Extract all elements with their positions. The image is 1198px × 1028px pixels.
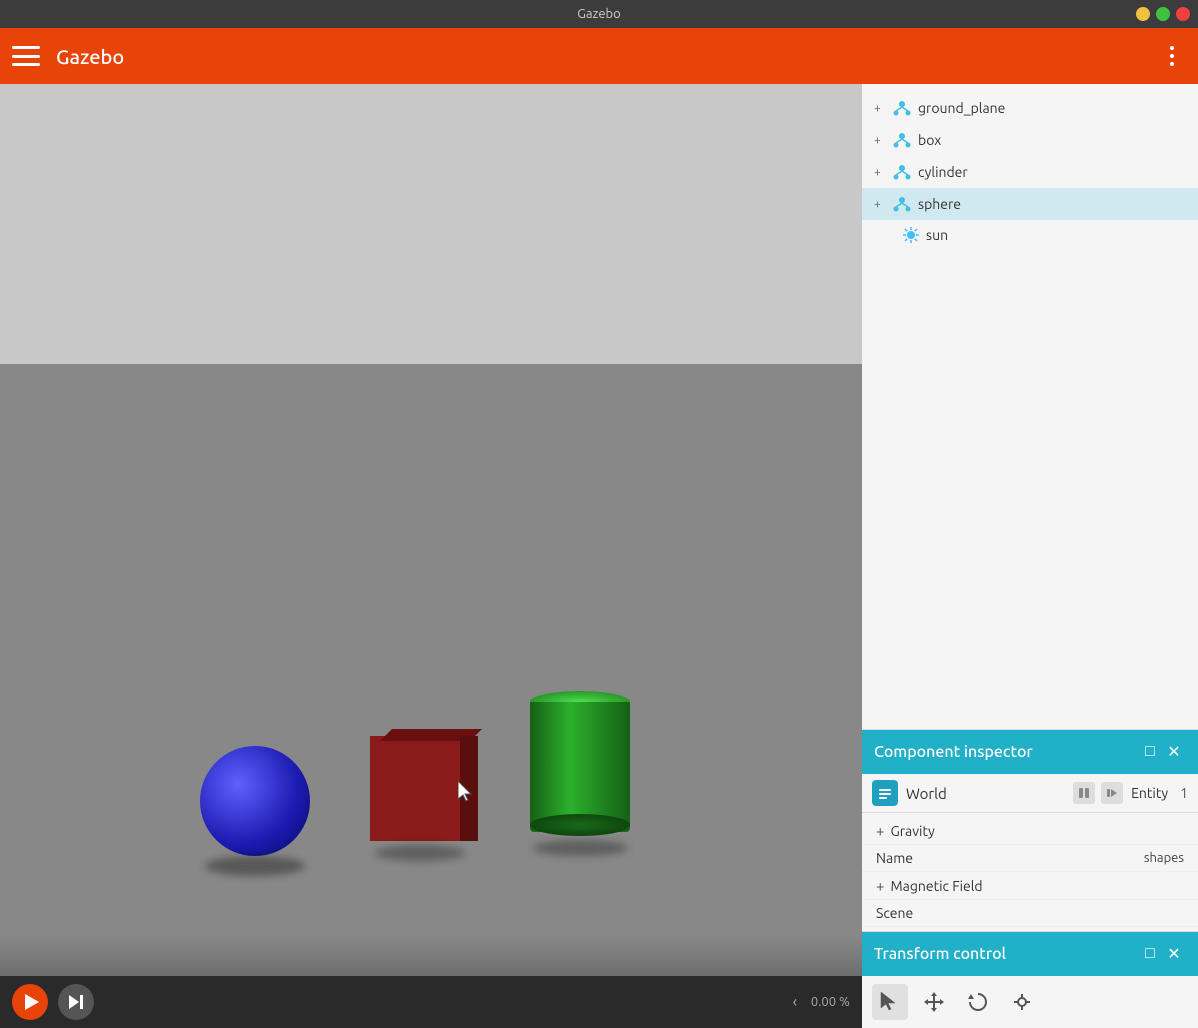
sphere-container — [200, 746, 310, 856]
transform-control-panel: Transform control □ ✕ — [862, 931, 1198, 1028]
scene-container — [200, 691, 630, 856]
tree-item-cylinder[interactable]: + cylinder — [862, 156, 1198, 188]
close-button[interactable] — [1176, 7, 1190, 21]
name-row: Name shapes — [862, 845, 1198, 872]
ci-pause-button[interactable] — [1073, 782, 1095, 804]
select-tool-button[interactable] — [872, 984, 908, 1020]
window-title: Gazebo — [577, 7, 621, 21]
model-icon — [892, 194, 912, 214]
transform-control-title: Transform control — [874, 945, 1138, 963]
transform-control-expand-button[interactable]: □ — [1138, 942, 1162, 966]
world-label: World — [906, 785, 1065, 802]
scale-tool-button[interactable] — [1004, 984, 1040, 1020]
tree-item-box[interactable]: + box — [862, 124, 1198, 156]
app-bar: Gazebo — [0, 28, 1198, 84]
right-panel: + ground_plane + — [862, 84, 1198, 1028]
maximize-button[interactable] — [1156, 7, 1170, 21]
tree-item-sphere[interactable]: + sphere — [862, 188, 1198, 220]
light-icon — [902, 226, 920, 244]
ci-subheader: World Entity — [862, 774, 1198, 813]
transform-tools — [862, 976, 1198, 1028]
more-dot — [1170, 62, 1174, 66]
main-content: ‹ 0.00 % + ground_plane + — [0, 84, 1198, 1028]
more-dot — [1170, 46, 1174, 50]
magnetic-field-row[interactable]: + Magnetic Field — [862, 872, 1198, 900]
hamburger-menu-button[interactable] — [12, 46, 40, 66]
zoom-back-button[interactable]: ‹ — [787, 994, 803, 1010]
hamburger-line — [12, 55, 40, 58]
play-button[interactable] — [12, 984, 48, 1020]
hamburger-line — [12, 63, 40, 66]
component-inspector-title: Component inspector — [874, 743, 1138, 761]
tree-item-ground-plane[interactable]: + ground_plane — [862, 92, 1198, 124]
hamburger-line — [12, 46, 40, 49]
ground-area[interactable] — [0, 364, 862, 976]
entity-value: 1 — [1180, 785, 1188, 801]
model-icon — [892, 162, 912, 182]
more-dot — [1170, 54, 1174, 58]
tree-item-sun[interactable]: sun — [862, 220, 1198, 250]
gravity-label: Gravity — [890, 823, 1184, 839]
expand-icon: + — [874, 134, 886, 147]
component-inspector-header: Component inspector □ ✕ — [862, 730, 1198, 774]
model-icon — [892, 98, 912, 118]
title-bar: Gazebo — [0, 0, 1198, 28]
zoom-level: 0.00 % — [811, 995, 850, 1009]
component-inspector-panel: Component inspector □ ✕ World — [862, 729, 1198, 931]
gravity-row[interactable]: + Gravity — [862, 817, 1198, 845]
cylinder-shadow — [533, 840, 628, 856]
transform-control-close-button[interactable]: ✕ — [1162, 942, 1186, 966]
3d-viewport[interactable]: ‹ 0.00 % — [0, 84, 862, 1028]
box-container — [370, 721, 470, 861]
tree-item-label: box — [918, 132, 941, 148]
gravity-expand-button[interactable]: + — [876, 822, 884, 839]
play-icon — [25, 994, 39, 1010]
tree-item-label: cylinder — [918, 164, 968, 180]
app-title: Gazebo — [56, 45, 1158, 68]
zoom-indicator: ‹ 0.00 % — [787, 994, 850, 1010]
name-value: shapes — [1144, 851, 1184, 865]
component-inspector-items: + Gravity Name shapes + Magnetic Field S… — [862, 813, 1198, 931]
expand-icon: + — [874, 102, 886, 115]
scene-label: Scene — [876, 905, 1184, 921]
fast-forward-button[interactable] — [58, 984, 94, 1020]
expand-icon: + — [874, 166, 886, 179]
ci-step-button[interactable] — [1101, 782, 1123, 804]
ff-line — [80, 995, 83, 1009]
more-options-button[interactable] — [1158, 42, 1186, 70]
magnetic-field-label: Magnetic Field — [890, 878, 1184, 894]
tree-item-label: sphere — [918, 196, 961, 212]
ground-overlay — [0, 936, 862, 976]
tree-spacer — [862, 258, 1198, 729]
box-shadow — [375, 845, 465, 861]
cylinder-object[interactable] — [530, 691, 630, 836]
sphere-object[interactable] — [200, 746, 310, 856]
cylinder-container — [530, 691, 630, 856]
component-inspector-close-button[interactable]: ✕ — [1162, 740, 1186, 764]
window-controls — [1136, 7, 1190, 21]
bottom-toolbar: ‹ 0.00 % — [0, 976, 862, 1028]
entity-tree: + ground_plane + — [862, 84, 1198, 258]
expand-icon: + — [874, 198, 886, 211]
sphere-shadow — [205, 856, 305, 876]
transform-control-header: Transform control □ ✕ — [862, 932, 1198, 976]
sky-area — [0, 84, 862, 364]
tree-item-label: sun — [926, 227, 948, 243]
world-icon — [872, 780, 898, 806]
entity-label: Entity — [1131, 785, 1168, 801]
translate-tool-button[interactable] — [916, 984, 952, 1020]
tree-item-label: ground_plane — [918, 100, 1005, 116]
scene-row: Scene — [862, 900, 1198, 927]
name-label: Name — [876, 850, 1144, 866]
minimize-button[interactable] — [1136, 7, 1150, 21]
ff-icon-1 — [69, 995, 79, 1009]
magnetic-field-expand-button[interactable]: + — [876, 877, 884, 894]
component-inspector-expand-button[interactable]: □ — [1138, 740, 1162, 764]
box-object[interactable] — [370, 721, 470, 841]
ci-controls — [1073, 782, 1123, 804]
rotate-tool-button[interactable] — [960, 984, 996, 1020]
model-icon — [892, 130, 912, 150]
